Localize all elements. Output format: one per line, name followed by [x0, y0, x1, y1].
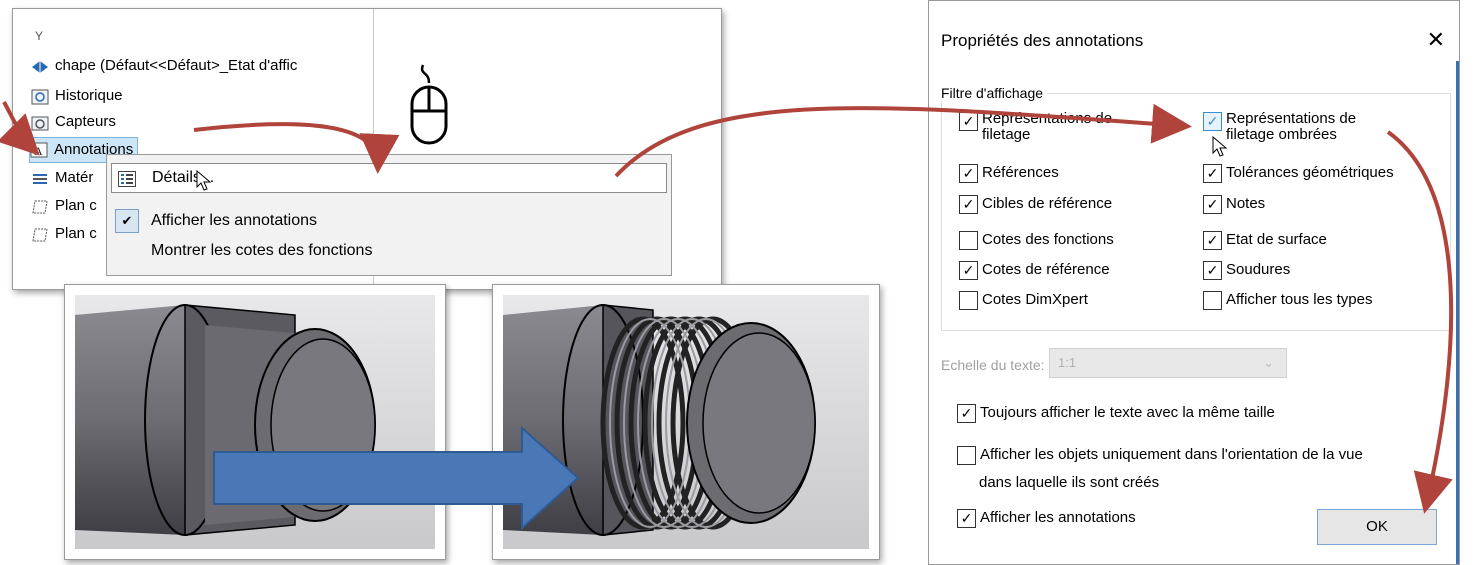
- cursor-icon: [196, 169, 212, 192]
- arrow-to-details-icon: [193, 122, 400, 174]
- cursor-icon: [1212, 135, 1228, 158]
- arrow-to-shaded-threads-icon: [614, 103, 1192, 178]
- tutorial-arrows: [0, 101, 1454, 514]
- arrow-to-annotations-icon: [0, 101, 40, 156]
- arrow-to-ok-icon: [1386, 130, 1454, 514]
